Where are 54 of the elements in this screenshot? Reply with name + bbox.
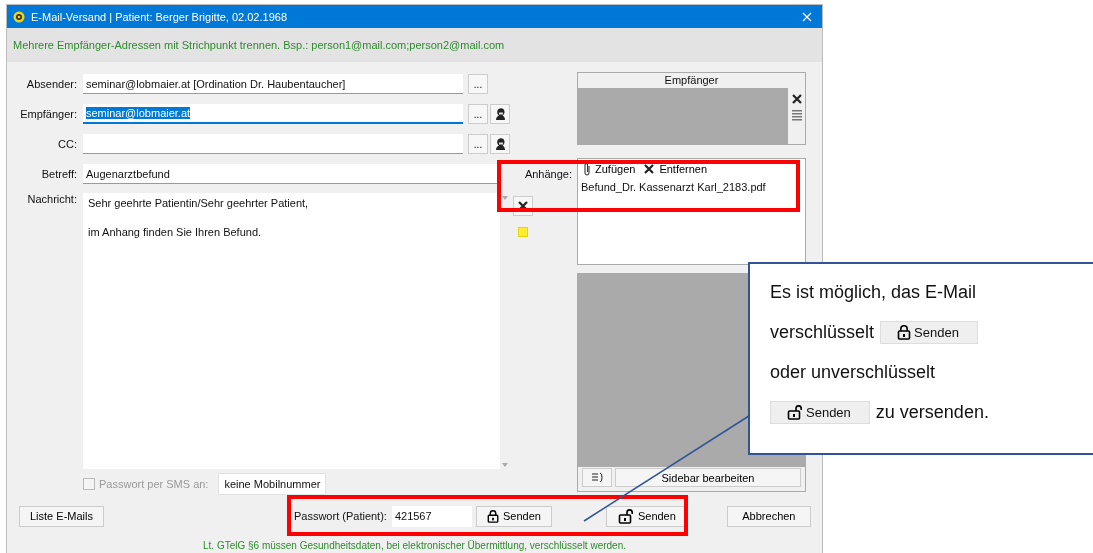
browse-button[interactable]: ... [468,104,488,124]
input-field[interactable]: seminar@lobmaier.at [83,104,463,124]
remove-icon [643,163,656,175]
contacts-button[interactable] [490,134,510,154]
field-label: Betreff: [40,168,78,180]
send-encrypted-button[interactable]: Senden [475,505,552,527]
phone-number-field: keine Mobilnummer [218,473,327,495]
browse-button[interactable]: ... [468,74,488,94]
window-title: E-Mail-Versand | Patient: Berger Brigitte, 02.02.1968 [31,10,288,23]
list-icon [591,472,603,483]
padlock-icon [897,324,912,340]
password-label: Passwort (Patient): [293,510,387,522]
send-button-image: Senden [770,400,870,424]
add-button[interactable]: Zufügen [582,162,636,176]
field-label: Empfänger: [19,108,78,120]
panel-title: Empfänger [663,73,720,88]
callout-text: Es ist möglich, das E-Mail [770,281,977,303]
password-field[interactable]: 421567 [391,505,472,527]
sidebar-toggle-button[interactable] [582,468,612,487]
padlock-icon [486,508,499,524]
hint-text: Mehrere Empfänger-Adressen mit Strichpunkt trennen. Bsp.: person1@mail.com;person2@mail.com [13,39,505,51]
message-field[interactable]: Sehr geehrte Patientin/Sehr geehrter Patient, im Anhang finden Sie Ihren Befund. [83,193,510,469]
list-emails-button[interactable]: Liste E-Mails [19,505,104,527]
attachment-item[interactable]: Befund_Dr. Kassenarzt Karl_2183.pdf [578,179,805,195]
unlocked-padlock-icon [617,508,634,524]
checkbox-label: Passwort per SMS an: [99,478,209,490]
cancel-button[interactable]: Abbrechen [726,505,811,527]
field-label: Anhänge: [523,168,572,180]
remove-button[interactable]: Entfernen [643,162,708,176]
contacts-button[interactable] [490,104,510,124]
person-icon [493,107,507,121]
person-icon [493,137,507,151]
sticky-note-icon [517,227,528,237]
field-label: CC: [57,138,78,150]
input-field[interactable]: seminar@lobmaier.at [Ordination Dr. Haubentaucher] [83,74,463,94]
unlocked-padlock-icon [787,404,803,420]
send-button-image: Senden [880,320,978,344]
callout-text: zu versenden. [875,401,989,423]
input-field[interactable]: Augenarztbefund [83,164,497,184]
input-field[interactable] [83,134,463,154]
callout-text: oder unverschlüsselt [770,361,936,383]
close-icon [790,93,803,105]
paperclip-icon [582,162,591,176]
message-text: im Anhang finden Sie Ihren Befund. [88,226,263,238]
field-label: Absender: [25,78,78,90]
message-text: Sehr geehrte Patientin/Sehr geehrter Patient, [88,197,310,209]
grid-icon [791,110,802,121]
app-icon [13,10,25,23]
field-label: Nachricht: [26,193,78,207]
notice-text: Lt. GTelG §6 müssen Gesundheitsdaten, bei elektronischer Übermittlung, verschlüsselt werden. [203,540,626,551]
browse-button[interactable]: ... [468,134,488,154]
callout-text: verschlüsselt [770,321,875,343]
edit-sidebar-button[interactable]: Sidebar bearbeiten [615,468,801,487]
close-icon [802,11,812,22]
